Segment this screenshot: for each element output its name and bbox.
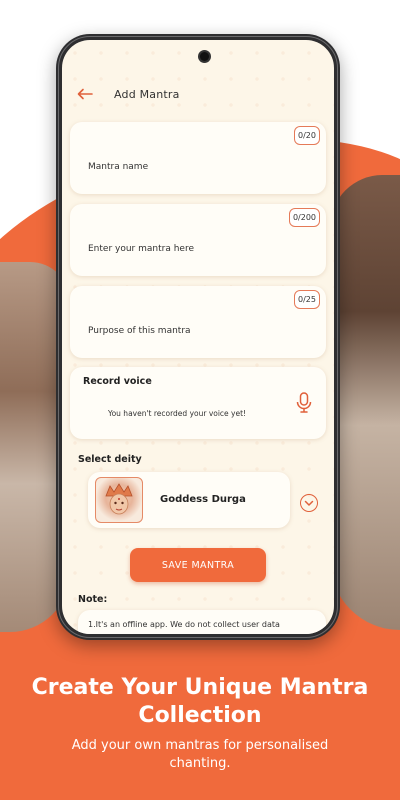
page-title: Add Mantra bbox=[114, 87, 180, 101]
mantra-name-placeholder: Mantra name bbox=[88, 162, 149, 172]
promo-headline-line2: Collection bbox=[138, 703, 262, 728]
app-screen: Add Mantra Mantra name 0/20 Enter your m… bbox=[62, 40, 334, 634]
promo-subline-line2: chanting. bbox=[169, 756, 231, 771]
mantra-text-placeholder: Enter your mantra here bbox=[88, 244, 194, 254]
deity-image bbox=[95, 477, 143, 523]
phone-mockup: Add Mantra Mantra name 0/20 Enter your m… bbox=[56, 34, 340, 640]
chevron-down-icon bbox=[304, 500, 314, 506]
promo-headline-line1: Create Your Unique Mantra bbox=[31, 675, 369, 700]
mantra-text-counter: 0/200 bbox=[288, 208, 320, 227]
microphone-icon bbox=[296, 392, 312, 413]
record-voice-button[interactable] bbox=[294, 391, 314, 415]
note-label: Note: bbox=[78, 594, 108, 605]
mantra-text-field[interactable]: Enter your mantra here 0/200 bbox=[70, 204, 326, 276]
record-voice-title: Record voice bbox=[83, 376, 152, 387]
mantra-name-counter: 0/20 bbox=[294, 126, 320, 145]
durga-icon bbox=[105, 483, 133, 515]
mantra-purpose-field[interactable]: Purpose of this mantra 0/25 bbox=[70, 286, 326, 358]
arrow-left-icon bbox=[77, 88, 93, 100]
promo-subline: Add your own mantras for personalised ch… bbox=[30, 737, 370, 773]
background-photo-right bbox=[330, 175, 400, 630]
deity-card[interactable]: Goddess Durga bbox=[88, 472, 290, 528]
promo-headline: Create Your Unique Mantra Collection bbox=[0, 674, 400, 730]
mantra-purpose-placeholder: Purpose of this mantra bbox=[88, 326, 191, 336]
mantra-purpose-counter: 0/25 bbox=[294, 290, 320, 309]
select-deity-label: Select deity bbox=[78, 454, 142, 465]
back-button[interactable] bbox=[72, 81, 98, 107]
save-mantra-button[interactable]: SAVE MANTRA bbox=[130, 548, 266, 582]
deity-name: Goddess Durga bbox=[160, 494, 246, 505]
mantra-name-field[interactable]: Mantra name 0/20 bbox=[70, 122, 326, 194]
record-voice-message: You haven't recorded your voice yet! bbox=[108, 409, 247, 418]
front-camera bbox=[200, 52, 209, 61]
promo-subline-line1: Add your own mantras for personalised bbox=[71, 738, 329, 753]
note-text: 1.It's an offline app. We do not collect… bbox=[88, 620, 280, 629]
deity-dropdown-button[interactable] bbox=[300, 494, 318, 512]
note-card: 1.It's an offline app. We do not collect… bbox=[78, 610, 326, 634]
app-header: Add Mantra bbox=[62, 74, 334, 114]
record-voice-card: Record voice You haven't recorded your v… bbox=[70, 367, 326, 439]
